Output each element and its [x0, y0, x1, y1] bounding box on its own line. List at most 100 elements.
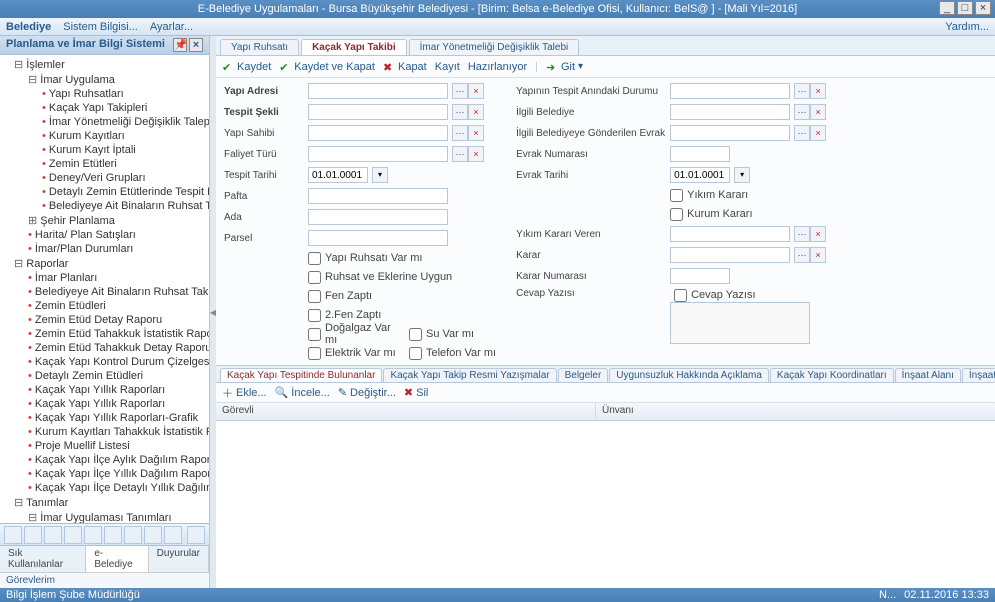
input-yikim-karari-veren[interactable]: [670, 226, 790, 242]
tree-kacak-kontrol-cizelge[interactable]: Kaçak Yapı Kontrol Durum Çizelgesi: [28, 355, 209, 369]
chk-dogalgaz[interactable]: [308, 328, 321, 341]
tree-kurum-kayit-iptali[interactable]: Kurum Kayıt İptali: [42, 143, 209, 157]
btn-kaydet-kapat[interactable]: ✔Kaydet ve Kapat: [279, 61, 375, 73]
btn-incele[interactable]: 🔍İncele...: [275, 386, 330, 399]
clear-yapi-sahibi[interactable]: ×: [468, 125, 484, 141]
input-yapi-sahibi[interactable]: [308, 125, 448, 141]
lookup-ilgili-gonderilen[interactable]: ⋯: [794, 125, 810, 141]
tree-zemin-etud-tahakkuk-detay[interactable]: Zemin Etüd Tahakkuk Detay Raporu: [28, 341, 209, 355]
clear-faaliyet-turu[interactable]: ×: [468, 146, 484, 162]
tree-sehir-planlama[interactable]: Şehir Planlama: [28, 213, 209, 228]
lookup-yikim-karari-veren[interactable]: ⋯: [794, 226, 810, 242]
subtab-koordinatlar[interactable]: Kaçak Yapı Koordinatları: [770, 368, 894, 382]
tree-belediye-bina-rapor[interactable]: Belediyeye Ait Binaların Ruhsat Takipler…: [28, 285, 209, 299]
menu-sistem-bilgisi[interactable]: Sistem Bilgisi...: [63, 21, 138, 33]
sidebar-gorevlerim[interactable]: Görevlerim: [0, 572, 209, 588]
tree-kurum-kayitlari[interactable]: Kurum Kayıtları: [42, 129, 209, 143]
minimize-button[interactable]: _: [939, 1, 955, 15]
grid-col-gorevli[interactable]: Görevli: [216, 403, 596, 420]
btn-git[interactable]: ➜Git ▾: [546, 61, 583, 73]
tree-detayli-zemin-etudleri[interactable]: Detaylı Zemin Etüdleri: [28, 369, 209, 383]
subtab-resmi-yazismalar[interactable]: Kaçak Yapı Takip Resmi Yazışmalar: [383, 368, 556, 382]
btn-degistir[interactable]: ✎Değiştir...: [338, 386, 396, 399]
chk-2fen-zapti[interactable]: [308, 309, 321, 322]
chk-ruhsat-var[interactable]: [308, 252, 321, 265]
input-parsel[interactable]: [308, 230, 448, 246]
tree-belediye-bina-ruhsat[interactable]: Belediyeye Ait Binaların Ruhsat Takipler…: [42, 199, 209, 213]
sidebar-tab-ebelediye[interactable]: e-Belediye: [86, 546, 148, 572]
input-yapi-tespit-durumu[interactable]: [670, 83, 790, 99]
lookup-karar[interactable]: ⋯: [794, 247, 810, 263]
lookup-yapi-tespit-durumu[interactable]: ⋯: [794, 83, 810, 99]
tree-kacak-yapi-takipleri[interactable]: Kaçak Yapı Takipleri: [42, 101, 209, 115]
tree-zemin-etud-detay-raporu[interactable]: Zemin Etüd Detay Raporu: [28, 313, 209, 327]
menu-ayarlar[interactable]: Ayarlar...: [150, 21, 193, 33]
subtab-malzeme-firmalar[interactable]: İnşaat Malzemelerinin Alındığı Firmalar: [962, 368, 995, 382]
sidebar-tbtn-2[interactable]: [24, 526, 42, 544]
sidebar-tab-sik[interactable]: Sık Kullanılanlar: [0, 546, 86, 572]
tree-imar-uyg-tanimlari[interactable]: İmar Uygulaması Tanımları: [28, 510, 209, 523]
input-ilgili-gonderilen[interactable]: [670, 125, 790, 141]
tree-kacak-yillik[interactable]: Kaçak Yapı Yıllık Raporları: [28, 383, 209, 397]
tree-islemler[interactable]: İşlemler: [14, 57, 209, 72]
input-ada[interactable]: [308, 209, 448, 225]
tree-raporlar[interactable]: Raporlar: [14, 256, 209, 271]
tree-deney-veri[interactable]: Deney/Veri Grupları: [42, 171, 209, 185]
tree-imar-uygulama[interactable]: İmar Uygulama: [28, 72, 209, 87]
tree-kacak-yillik2[interactable]: Kaçak Yapı Yıllık Raporları: [28, 397, 209, 411]
status-n[interactable]: N...: [879, 589, 896, 601]
textarea-cevap-yazisi[interactable]: [670, 302, 810, 344]
lookup-ilgili-belediye[interactable]: ⋯: [794, 104, 810, 120]
tree-kacak-ilce-aylik[interactable]: Kaçak Yapı İlçe Aylık Dağılım Raporu: [28, 453, 209, 467]
sidebar-pin-icon[interactable]: 📌: [173, 38, 187, 52]
sidebar-tbtn-6[interactable]: [104, 526, 122, 544]
maximize-button[interactable]: □: [957, 1, 973, 15]
tree-zemin-etud-tahakkuk-ist[interactable]: Zemin Etüd Tahakkuk İstatistik Raporları: [28, 327, 209, 341]
tree-imar-yon-deg[interactable]: İmar Yönetmeliği Değişiklik Talepleri: [42, 115, 209, 129]
nav-tree[interactable]: İşlemler İmar Uygulama Yapı Ruhsatları K…: [0, 55, 209, 523]
input-evrak-tarihi[interactable]: [670, 167, 730, 183]
subtab-tespitte-bulunanlar[interactable]: Kaçak Yapı Tespitinde Bulunanlar: [220, 368, 382, 382]
tree-harita-plan[interactable]: Harita/ Plan Satışları: [28, 228, 209, 242]
chk-su[interactable]: [409, 328, 422, 341]
menu-yardim[interactable]: Yardım...: [945, 21, 989, 33]
input-tespit-sekli[interactable]: [308, 104, 448, 120]
chk-yikim-karari[interactable]: [670, 189, 683, 202]
tab-kacak-yapi-takibi[interactable]: Kaçak Yapı Takibi: [301, 39, 407, 55]
chk-ruhsat-uygun[interactable]: [308, 271, 321, 284]
tree-imar-plan-durum[interactable]: İmar/Plan Durumları: [28, 242, 209, 256]
dd-tespit-tarihi[interactable]: ▾: [372, 167, 388, 183]
chk-cevap-yazisi[interactable]: [674, 289, 687, 302]
close-button[interactable]: ×: [975, 1, 991, 15]
dd-evrak-tarihi[interactable]: ▾: [734, 167, 750, 183]
input-faaliyet-turu[interactable]: [308, 146, 448, 162]
clear-karar[interactable]: ×: [810, 247, 826, 263]
lookup-yapi-sahibi[interactable]: ⋯: [452, 125, 468, 141]
lookup-yapi-adresi[interactable]: ⋯: [452, 83, 468, 99]
btn-ekle[interactable]: ＋Ekle...: [222, 385, 267, 401]
sidebar-tbtn-5[interactable]: [84, 526, 102, 544]
sidebar-close-icon[interactable]: ×: [189, 38, 203, 52]
chk-elektrik[interactable]: [308, 347, 321, 360]
tree-detayli-zemin-deney[interactable]: Detaylı Zemin Etütlerinde Tespit Edilece…: [42, 185, 209, 199]
subtab-insaat-alani[interactable]: İnşaat Alanı: [895, 368, 961, 382]
chk-fen-zapti[interactable]: [308, 290, 321, 303]
input-evrak-numarasi[interactable]: [670, 146, 730, 162]
btn-kapat[interactable]: ✖Kapat: [383, 61, 427, 73]
lookup-faaliyet-turu[interactable]: ⋯: [452, 146, 468, 162]
chk-telefon[interactable]: [409, 347, 422, 360]
input-karar-numarasi[interactable]: [670, 268, 730, 284]
tree-proje-muellif[interactable]: Proje Muellif Listesi: [28, 439, 209, 453]
clear-yikim-karari-veren[interactable]: ×: [810, 226, 826, 242]
sidebar-tbtn-9[interactable]: [164, 526, 182, 544]
lookup-tespit-sekli[interactable]: ⋯: [452, 104, 468, 120]
tab-yapi-ruhsati[interactable]: Yapı Ruhsatı: [220, 39, 299, 55]
input-pafta[interactable]: [308, 188, 448, 204]
input-karar[interactable]: [670, 247, 790, 263]
clear-ilgili-belediye[interactable]: ×: [810, 104, 826, 120]
sidebar-tbtn-3[interactable]: [44, 526, 62, 544]
clear-ilgili-gonderilen[interactable]: ×: [810, 125, 826, 141]
input-tespit-tarihi[interactable]: [308, 167, 368, 183]
input-yapi-adresi[interactable]: [308, 83, 448, 99]
sidebar-tbtn-8[interactable]: [144, 526, 162, 544]
